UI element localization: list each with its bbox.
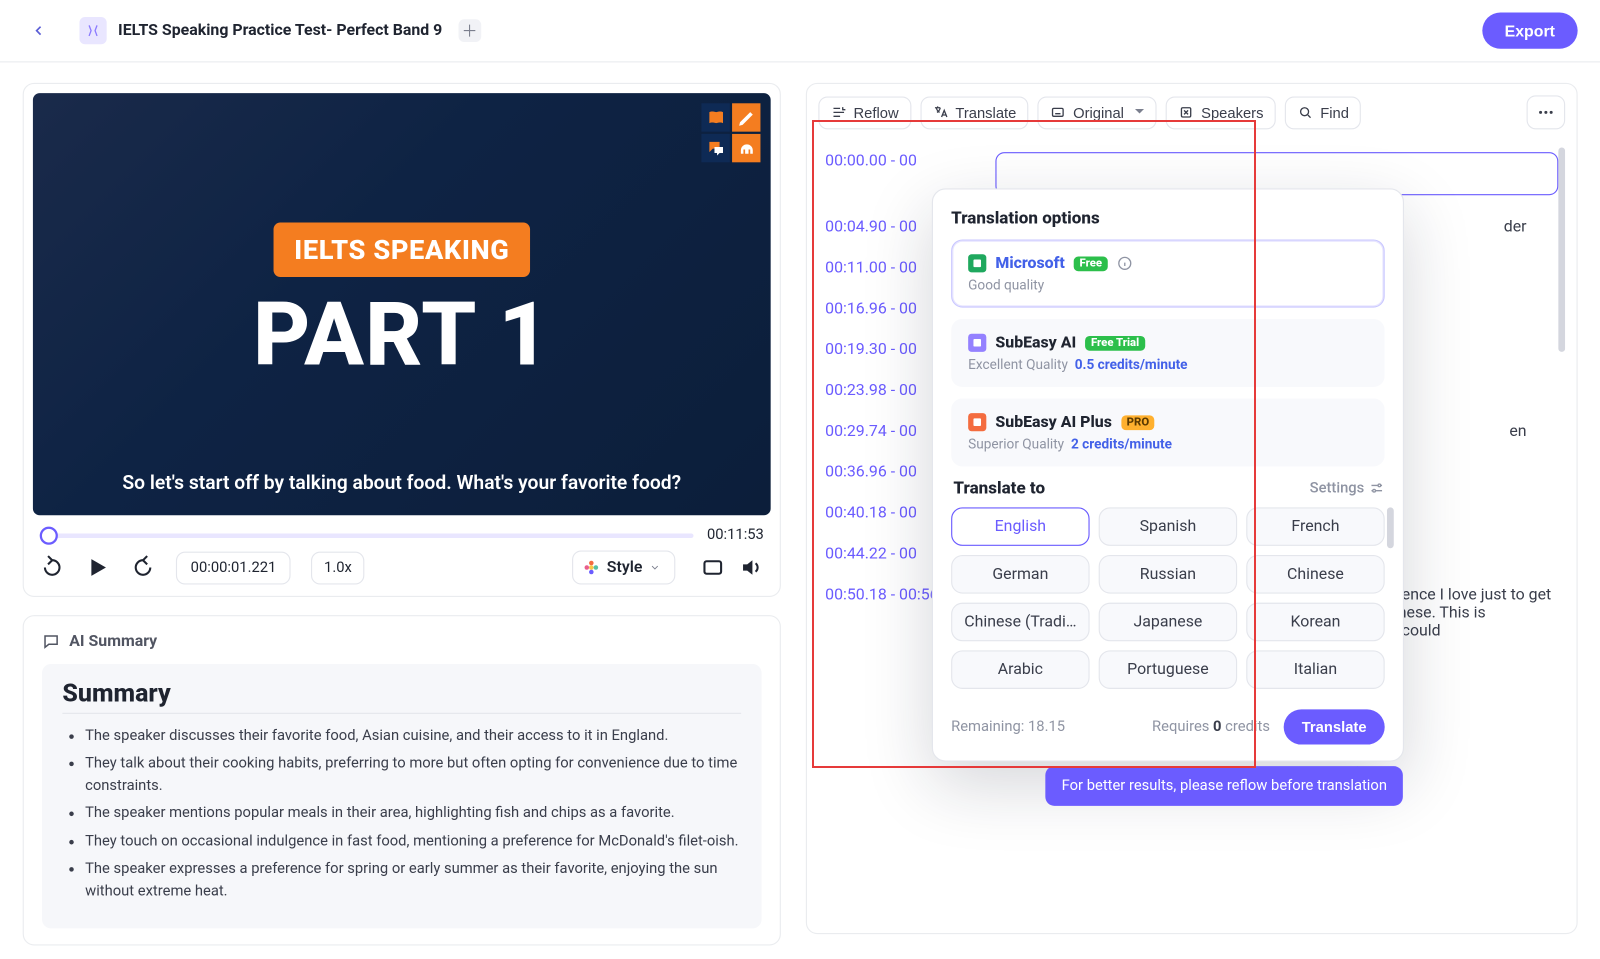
translate-submit-button[interactable]: Translate xyxy=(1284,709,1385,744)
timestamp[interactable]: 00:00.00 - 00 xyxy=(825,152,984,170)
info-icon[interactable] xyxy=(1117,255,1133,271)
volume-button[interactable] xyxy=(739,555,764,580)
reflow-icon xyxy=(831,104,847,120)
translate-options-panel: Translation options MicrosoftFreeGood qu… xyxy=(932,188,1404,761)
ai-summary-heading: AI Summary xyxy=(69,632,157,650)
book-icon xyxy=(705,107,725,127)
translate-settings-link[interactable]: Settings xyxy=(1310,480,1385,497)
dots-icon xyxy=(1537,103,1555,121)
summary-item: They touch on occasional indulgence in f… xyxy=(85,830,741,853)
translate-options-title: Translation options xyxy=(951,208,1385,228)
fullscreen-button[interactable] xyxy=(700,555,725,580)
search-icon xyxy=(1298,104,1314,120)
translate-button[interactable]: Translate xyxy=(920,96,1029,129)
speakers-button[interactable]: Speakers xyxy=(1166,96,1276,129)
summary-item: The speaker discusses their favorite foo… xyxy=(85,725,741,748)
language-chip[interactable]: Spanish xyxy=(1099,507,1237,546)
scrollbar-thumb[interactable] xyxy=(1558,148,1565,352)
language-chip[interactable]: Italian xyxy=(1246,650,1384,689)
video-part: PART 1 xyxy=(253,283,551,386)
transcript-panel: Reflow Translate Original Speakers Find … xyxy=(806,83,1578,934)
language-chip[interactable]: Chinese xyxy=(1246,555,1384,594)
headphones-icon xyxy=(736,138,756,158)
language-chip[interactable]: Japanese xyxy=(1099,603,1237,642)
language-chip[interactable]: Portuguese xyxy=(1099,650,1237,689)
video-preview[interactable]: IELTS SPEAKING PART 1 So let's start off… xyxy=(33,93,771,515)
topbar: IELTS Speaking Practice Test- Perfect Ba… xyxy=(0,0,1600,62)
rewind-button[interactable] xyxy=(40,555,65,580)
provider-icon xyxy=(968,413,986,431)
style-icon xyxy=(582,558,600,576)
language-chip[interactable]: French xyxy=(1246,507,1384,546)
language-grid: EnglishSpanishFrenchGermanRussianChinese… xyxy=(951,507,1385,689)
summary-item: The speaker mentions popular meals in th… xyxy=(85,803,741,826)
remaining-credits: Remaining: 18.15 xyxy=(951,718,1065,735)
original-select[interactable]: Original xyxy=(1038,96,1157,129)
provider-option[interactable]: SubEasy AI PlusPROSuperior Quality2 cred… xyxy=(951,398,1385,466)
chevron-down-icon xyxy=(649,562,660,573)
export-button[interactable]: Export xyxy=(1482,12,1578,48)
seek-thumb[interactable] xyxy=(40,526,58,544)
chat-icon xyxy=(42,632,60,650)
find-button[interactable]: Find xyxy=(1285,96,1361,129)
original-icon xyxy=(1050,104,1066,120)
speed-select[interactable]: 1.0x xyxy=(312,551,365,584)
video-card: IELTS SPEAKING PART 1 So let's start off… xyxy=(23,83,781,597)
language-chip[interactable]: Korean xyxy=(1246,603,1384,642)
summary-title: Summary xyxy=(62,680,741,714)
seek-slider[interactable] xyxy=(40,533,694,538)
provider-icon xyxy=(968,254,986,272)
timecode-input[interactable]: 00:00:01.221 xyxy=(176,551,291,584)
requires-credits: Requires 0 credits xyxy=(1152,718,1270,735)
more-button[interactable] xyxy=(1527,95,1566,129)
play-button[interactable] xyxy=(85,555,110,580)
pen-icon xyxy=(736,107,756,127)
sliders-icon xyxy=(1369,480,1385,496)
video-duration: 00:11:53 xyxy=(707,527,764,544)
reflow-button[interactable]: Reflow xyxy=(818,96,911,129)
translate-icon xyxy=(933,104,949,120)
video-caption: So let's start off by talking about food… xyxy=(33,472,771,495)
summary-item: The speaker expresses a preference for s… xyxy=(85,858,741,904)
transcript-list[interactable]: 00:00.00 - 0000:04.90 - 00der00:11.00 - … xyxy=(818,141,1565,926)
language-chip[interactable]: Russian xyxy=(1099,555,1237,594)
ai-summary-card: AI Summary Summary The speaker discusses… xyxy=(23,615,781,945)
language-chip[interactable]: Chinese (Tradi… xyxy=(951,603,1089,642)
provider-option[interactable]: MicrosoftFreeGood quality xyxy=(951,239,1385,307)
summary-item: They talk about their cooking habits, pr… xyxy=(85,753,741,799)
language-chip[interactable]: Arabic xyxy=(951,650,1089,689)
summary-list: The speaker discusses their favorite foo… xyxy=(62,725,741,903)
language-chip[interactable]: English xyxy=(951,507,1089,546)
chat-icon xyxy=(705,138,725,158)
provider-option[interactable]: SubEasy AIFree TrialExcellent Quality0.5… xyxy=(951,319,1385,387)
provider-icon xyxy=(968,334,986,352)
translate-to-label: Translate to xyxy=(953,478,1045,498)
language-chip[interactable]: German xyxy=(951,555,1089,594)
lang-scroll-thumb[interactable] xyxy=(1387,507,1394,548)
file-icon xyxy=(79,17,106,44)
transcript-toolbar: Reflow Translate Original Speakers Find xyxy=(818,95,1565,129)
reflow-tip: For better results, please reflow before… xyxy=(1046,766,1403,806)
forward-button[interactable] xyxy=(131,555,156,580)
add-tab-button[interactable]: ＋ xyxy=(458,19,481,42)
video-badge: IELTS SPEAKING xyxy=(274,222,530,276)
speakers-icon xyxy=(1178,104,1194,120)
brand-logos xyxy=(700,102,761,163)
file-title[interactable]: IELTS Speaking Practice Test- Perfect Ba… xyxy=(118,22,442,40)
back-button[interactable] xyxy=(23,15,55,47)
style-button[interactable]: Style xyxy=(572,550,676,584)
